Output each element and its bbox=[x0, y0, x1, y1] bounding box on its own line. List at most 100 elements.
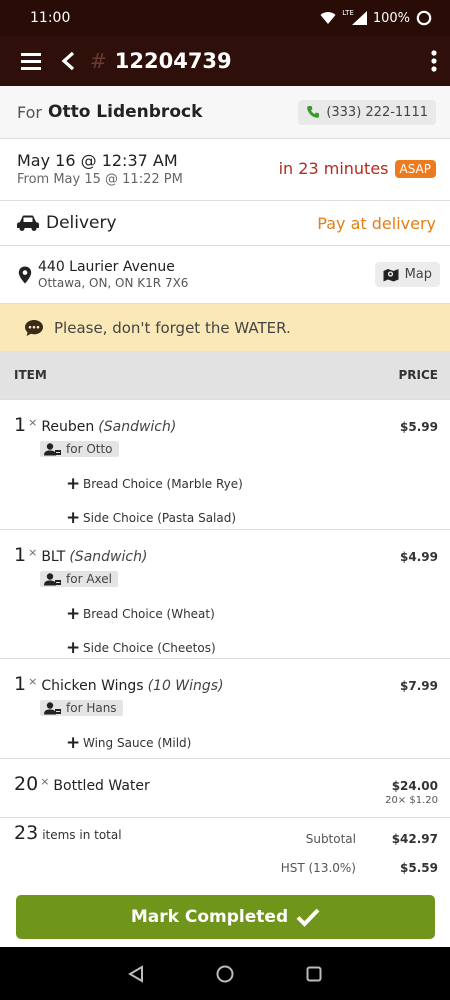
map-icon bbox=[383, 268, 399, 281]
chat-icon bbox=[25, 319, 43, 336]
recipient-tag: for Hans bbox=[40, 700, 123, 716]
check-icon bbox=[296, 908, 320, 927]
order-number: 12204739 bbox=[114, 49, 232, 73]
customer-row: For Otto Lidenbrock (333) 222-1111 bbox=[0, 86, 450, 139]
subtotal-line: Subtotal $42.97 bbox=[306, 832, 438, 846]
network-label: LTE bbox=[342, 9, 354, 17]
nav-recents-icon[interactable] bbox=[306, 966, 322, 982]
recipient-tag: for Axel bbox=[40, 571, 118, 587]
menu-icon[interactable] bbox=[20, 52, 42, 70]
unit-price: 20× $1.20 bbox=[385, 795, 438, 806]
list-item: 1 × Reuben (Sandwich) $5.99 for Otto + B… bbox=[0, 400, 450, 530]
modifier-text: Side Choice (Pasta Salad) bbox=[83, 510, 237, 525]
tax-line: HST (13.0%) $5.59 bbox=[281, 861, 438, 875]
signal-icon bbox=[351, 11, 367, 25]
status-time: 11:00 bbox=[30, 10, 71, 26]
map-label: Map bbox=[404, 267, 432, 282]
item-category: (Sandwich) bbox=[69, 549, 148, 565]
system-nav-bar bbox=[0, 947, 450, 1000]
item-quantity: 1 bbox=[14, 544, 27, 566]
order-hash: # bbox=[90, 49, 107, 73]
mark-completed-label: Mark Completed bbox=[130, 907, 289, 927]
recipient-name: for Axel bbox=[66, 572, 112, 586]
item-name: Reuben bbox=[41, 419, 95, 435]
item-count: 23 items in total bbox=[14, 822, 122, 844]
tax-label: HST (13.0%) bbox=[280, 861, 356, 875]
mark-completed-button[interactable]: Mark Completed bbox=[16, 895, 435, 939]
totals: 23 items in total Subtotal $42.97 HST (1… bbox=[0, 818, 450, 890]
order-note: Please, don't forget the WATER. bbox=[0, 304, 450, 351]
tax-value: $5.59 bbox=[400, 861, 438, 875]
customer-name: Otto Lidenbrock bbox=[48, 102, 203, 122]
phone-icon bbox=[307, 106, 320, 118]
eta: in 23 minutes ASAP bbox=[279, 159, 436, 178]
modifier-text: Bread Choice (Wheat) bbox=[83, 606, 215, 621]
items-header: ITEM PRICE bbox=[0, 351, 450, 400]
map-button[interactable]: Map bbox=[374, 262, 440, 287]
call-button[interactable]: (333) 222-1111 bbox=[298, 99, 436, 125]
battery-text: 100% bbox=[372, 10, 410, 26]
item-quantity: 1 bbox=[14, 414, 27, 436]
item-quantity: 1 bbox=[14, 673, 27, 695]
recipient-name: for Otto bbox=[66, 442, 113, 456]
modifier-text: Side Choice (Cheetos) bbox=[83, 640, 216, 655]
delivery-label: Delivery bbox=[46, 213, 117, 233]
recipient-tag: for Otto bbox=[40, 441, 119, 457]
nav-home-icon[interactable] bbox=[216, 965, 234, 983]
address-street: 440 Laurier Avenue bbox=[38, 259, 175, 275]
list-item: 20 × Bottled Water $24.00 20× $1.20 bbox=[0, 759, 450, 818]
item-name: Chicken Wings bbox=[41, 678, 144, 694]
nav-back-icon[interactable] bbox=[128, 964, 144, 983]
subtotal-value: $42.97 bbox=[391, 832, 438, 846]
item-column-header: ITEM bbox=[14, 368, 47, 382]
subtotal-label: Subtotal bbox=[305, 832, 356, 846]
for-label: For bbox=[17, 102, 42, 122]
person-icon bbox=[44, 572, 61, 585]
app-bar: # 12204739 bbox=[0, 36, 450, 86]
modifier: + Bread Choice (Wheat) bbox=[66, 604, 438, 624]
phone-number: (333) 222-1111 bbox=[326, 104, 428, 120]
item-name: BLT bbox=[41, 549, 66, 565]
person-icon bbox=[44, 701, 61, 714]
item-name: Bottled Water bbox=[53, 778, 150, 794]
recipient-name: for Hans bbox=[66, 701, 117, 715]
times-symbol: × bbox=[28, 416, 38, 429]
payment-method: Pay at delivery bbox=[317, 213, 436, 233]
list-item: 1 × BLT (Sandwich) $4.99 for Axel + Brea… bbox=[0, 530, 450, 659]
person-icon bbox=[44, 442, 61, 455]
modifier-text: Bread Choice (Marble Rye) bbox=[83, 476, 243, 491]
location-pin-icon bbox=[18, 266, 32, 283]
plus-icon: + bbox=[66, 732, 81, 753]
item-category: (Sandwich) bbox=[98, 419, 177, 435]
wifi-icon bbox=[320, 12, 336, 24]
item-price: $4.99 bbox=[400, 550, 438, 564]
times-symbol: × bbox=[28, 675, 38, 688]
status-bar: 11:00 LTE 100% bbox=[0, 0, 450, 36]
list-item: 1 × Chicken Wings (10 Wings) $7.99 for H… bbox=[0, 659, 450, 759]
price-column-header: PRICE bbox=[398, 368, 438, 382]
timing-row: May 16 @ 12:37 AM From May 15 @ 11:22 PM… bbox=[0, 139, 450, 201]
address-row: 440 Laurier Avenue Ottawa, ON, ON K1R 7X… bbox=[0, 246, 450, 304]
back-icon[interactable] bbox=[60, 51, 76, 71]
car-icon bbox=[17, 215, 39, 231]
plus-icon: + bbox=[66, 473, 81, 494]
plus-icon: + bbox=[66, 507, 81, 528]
modifier: + Bread Choice (Marble Rye) bbox=[66, 474, 438, 494]
times-symbol: × bbox=[40, 775, 50, 788]
address-city: Ottawa, ON, ON K1R 7X6 bbox=[38, 276, 189, 290]
delivery-row: Delivery Pay at delivery bbox=[0, 201, 450, 246]
more-icon[interactable] bbox=[430, 50, 438, 72]
battery-icon bbox=[416, 10, 432, 26]
item-category: (10 Wings) bbox=[147, 678, 224, 694]
times-symbol: × bbox=[28, 546, 38, 559]
item-price: $24.00 bbox=[391, 779, 438, 793]
item-count-number: 23 bbox=[14, 822, 39, 844]
note-text: Please, don't forget the WATER. bbox=[54, 318, 291, 337]
eta-text: in 23 minutes bbox=[278, 159, 389, 178]
modifier: + Side Choice (Pasta Salad) bbox=[66, 508, 438, 528]
item-count-label: items in total bbox=[42, 828, 122, 842]
modifier: + Side Choice (Cheetos) bbox=[66, 638, 438, 658]
modifier-text: Wing Sauce (Mild) bbox=[83, 735, 192, 750]
plus-icon: + bbox=[66, 637, 81, 658]
asap-badge: ASAP bbox=[394, 159, 436, 178]
